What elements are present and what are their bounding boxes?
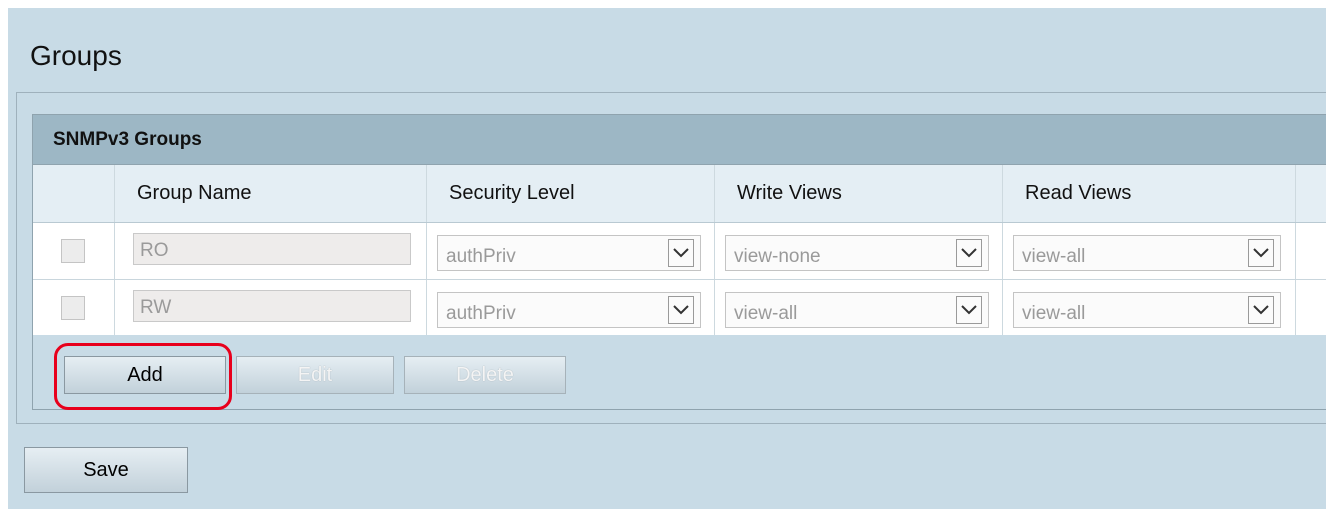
security-level-select[interactable]: authPriv <box>437 292 701 328</box>
delete-button[interactable]: Delete <box>404 356 566 394</box>
chevron-down-icon[interactable] <box>1248 239 1274 267</box>
chevron-down-icon[interactable] <box>956 296 982 324</box>
header-extra-col <box>1296 165 1326 222</box>
table-row: RW authPriv view-all view-all <box>33 280 1326 337</box>
chevron-down-icon[interactable] <box>1248 296 1274 324</box>
add-button-highlight <box>54 343 232 410</box>
header-group-name: Group Name <box>115 165 427 222</box>
write-views-select[interactable]: view-none <box>725 235 989 271</box>
group-name-field[interactable]: RW <box>133 290 411 322</box>
row-checkbox[interactable] <box>61 296 85 320</box>
table-caption: SNMPv3 Groups <box>33 115 1326 165</box>
read-views-select[interactable]: view-all <box>1013 292 1281 328</box>
header-security-level: Security Level <box>427 165 715 222</box>
table-header-row: Group Name Security Level Write Views Re… <box>33 165 1326 223</box>
header-write-views: Write Views <box>715 165 1003 222</box>
chevron-down-icon[interactable] <box>956 239 982 267</box>
table-row: RO authPriv view-none view-all <box>33 223 1326 280</box>
write-views-select[interactable]: view-all <box>725 292 989 328</box>
save-button[interactable]: Save <box>24 447 188 493</box>
edit-button[interactable]: Edit <box>236 356 394 394</box>
chevron-down-icon[interactable] <box>668 239 694 267</box>
security-level-select[interactable]: authPriv <box>437 235 701 271</box>
header-select-col <box>33 165 115 222</box>
chevron-down-icon[interactable] <box>668 296 694 324</box>
page-title: Groups <box>30 40 122 71</box>
header-read-views: Read Views <box>1003 165 1296 222</box>
row-checkbox[interactable] <box>61 239 85 263</box>
group-name-field[interactable]: RO <box>133 233 411 265</box>
read-views-select[interactable]: view-all <box>1013 235 1281 271</box>
